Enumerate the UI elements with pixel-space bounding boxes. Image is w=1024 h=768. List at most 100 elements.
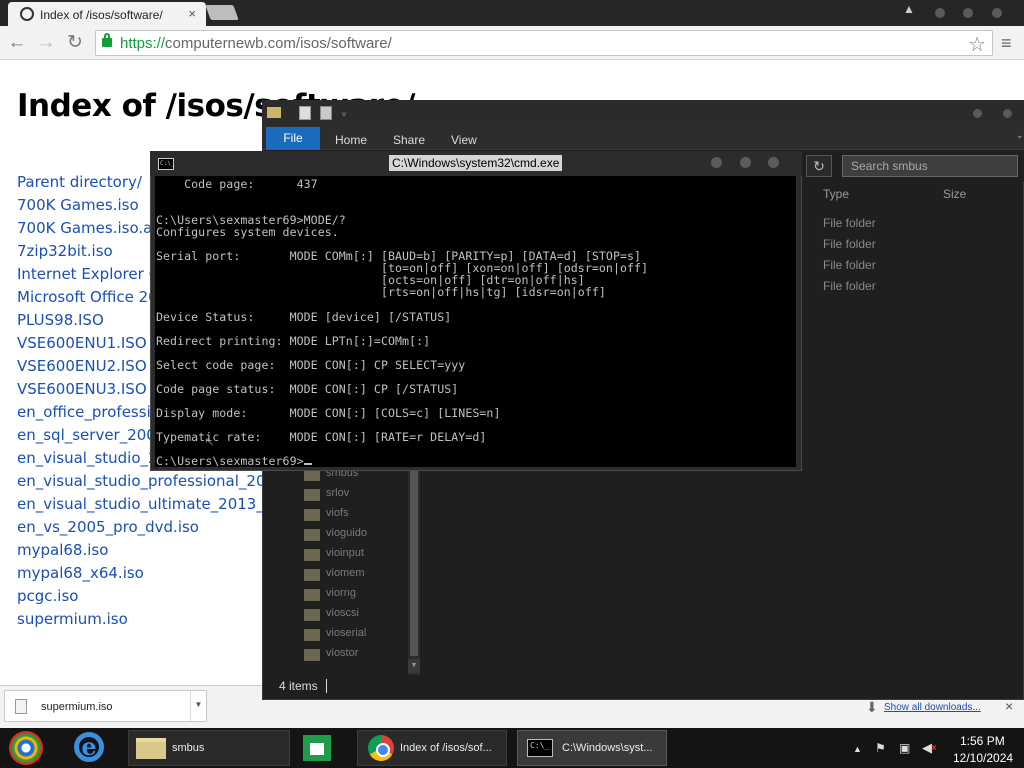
chevron-down-icon[interactable]: ▿	[342, 110, 346, 119]
chrome-icon	[368, 735, 394, 761]
nav-folder-item[interactable]: viomem	[326, 567, 365, 579]
file-link[interactable]: en_vs_2005_pro_dvd.iso	[17, 518, 199, 536]
cmd-maximize-button[interactable]	[740, 157, 751, 168]
ribbon-tab-view[interactable]: View	[451, 133, 477, 147]
column-header-size[interactable]: Size	[943, 187, 966, 201]
minimize-button[interactable]	[935, 8, 945, 18]
status-divider	[326, 679, 327, 693]
explorer-titlebar	[262, 100, 1024, 126]
folder-icon	[304, 609, 320, 621]
lock-icon	[102, 33, 112, 47]
clock-date[interactable]: 12/10/2024	[953, 751, 1013, 765]
volume-muted-icon[interactable]: ◀	[922, 740, 937, 756]
nav-folder-item[interactable]: vioinput	[326, 547, 364, 559]
folder-icon	[267, 107, 281, 118]
folder-icon	[304, 569, 320, 581]
ribbon-tab-home[interactable]: Home	[335, 133, 367, 147]
chevron-down-icon[interactable]: ▼	[190, 691, 206, 721]
cmd-icon: C:\_	[158, 158, 174, 170]
ribbon	[262, 126, 1024, 150]
file-type-cell: File folder	[823, 237, 876, 251]
folder-icon	[304, 589, 320, 601]
start-button-icon[interactable]	[9, 731, 43, 765]
refresh-icon[interactable]: ↻	[806, 155, 832, 177]
nav-folder-item[interactable]: viorng	[326, 587, 356, 599]
new-folder-icon[interactable]	[320, 106, 332, 120]
cmd-icon: C:\_	[527, 739, 553, 757]
address-bar[interactable]: https://computernewb.com/isos/software/ …	[95, 30, 993, 56]
folder-icon	[304, 489, 320, 501]
file-link[interactable]: 7zip32bit.iso	[17, 242, 113, 260]
taskbar-label: Index of /isos/sof...	[400, 742, 492, 754]
download-item[interactable]: supermium.iso ▼	[4, 690, 207, 722]
url-text[interactable]: https://computernewb.com/isos/software/	[120, 35, 392, 52]
cmd-minimize-button[interactable]	[711, 157, 722, 168]
scroll-down-icon[interactable]: ▼	[408, 659, 420, 673]
forward-arrow-icon[interactable]: →	[35, 33, 57, 53]
nav-folder-item[interactable]: viostor	[326, 647, 358, 659]
nav-folder-item[interactable]: srlov	[326, 487, 349, 499]
parent-directory-link[interactable]: Parent directory/	[17, 173, 142, 191]
ribbon-tab-file[interactable]: File	[266, 127, 320, 150]
file-link[interactable]: 700K Games.iso	[17, 196, 139, 214]
file-link[interactable]: VSE600ENU1.ISO	[17, 334, 147, 352]
file-link[interactable]: VSE600ENU2.ISO	[17, 357, 147, 375]
folder-icon	[304, 549, 320, 561]
clock-time[interactable]: 1:56 PM	[960, 734, 1005, 748]
ribbon-tab-share[interactable]: Share	[393, 133, 425, 147]
close-button[interactable]	[992, 8, 1002, 18]
folder-icon	[136, 738, 166, 759]
menu-icon[interactable]: ≡	[1001, 33, 1012, 54]
nav-folder-item[interactable]: viofs	[326, 507, 349, 519]
close-icon[interactable]: ×	[1005, 698, 1013, 714]
nav-folder-item[interactable]: vioserial	[326, 627, 366, 639]
show-all-downloads-link[interactable]: Show all downloads...	[884, 702, 981, 713]
folder-icon	[304, 509, 320, 521]
nav-folder-item[interactable]: vioscsi	[326, 607, 359, 619]
back-arrow-icon[interactable]: ←	[6, 33, 28, 53]
chevron-down-icon[interactable]: ⌄	[1016, 130, 1024, 141]
network-icon[interactable]: ▣	[899, 741, 910, 755]
tab-title: Index of /isos/software/	[40, 8, 163, 22]
cursor-caret	[303, 463, 312, 466]
properties-icon[interactable]	[299, 106, 311, 120]
taskbar-label: C:\Windows\syst...	[562, 742, 653, 754]
file-link[interactable]: pcgc.iso	[17, 587, 78, 605]
new-tab-button[interactable]	[205, 5, 239, 20]
reload-icon[interactable]: ↻	[64, 33, 86, 53]
profile-icon[interactable]: ▲	[903, 2, 915, 16]
browser-tab[interactable]: Index of /isos/software/ ×	[8, 2, 206, 26]
folder-icon	[304, 649, 320, 661]
file-icon	[15, 699, 27, 714]
maximize-button[interactable]	[963, 8, 973, 18]
star-icon[interactable]: ☆	[968, 32, 986, 57]
store-icon[interactable]	[303, 735, 331, 761]
file-type-cell: File folder	[823, 258, 876, 272]
url-scheme: https://	[120, 35, 166, 52]
cmd-console-output[interactable]: Code page: 437 C:\Users\sexmaster69>MODE…	[155, 176, 796, 467]
explorer-maximize-button[interactable]	[1003, 109, 1012, 118]
internet-explorer-icon[interactable]: e	[74, 732, 104, 762]
file-link[interactable]: VSE600ENU3.ISO	[17, 380, 147, 398]
file-link[interactable]: PLUS98.ISO	[17, 311, 104, 329]
download-icon: ⬇	[866, 699, 878, 715]
nav-folder-item[interactable]: vioguido	[326, 527, 367, 539]
mouse-pointer-icon: ↖	[204, 434, 215, 449]
file-type-cell: File folder	[823, 279, 876, 293]
cmd-scrollbar[interactable]	[796, 176, 801, 467]
folder-icon	[304, 629, 320, 641]
show-hidden-icons-icon[interactable]: ▲	[853, 744, 862, 754]
column-header-type[interactable]: Type	[823, 187, 849, 201]
search-input[interactable]: Search smbus	[842, 155, 1018, 177]
explorer-minimize-button[interactable]	[973, 109, 982, 118]
taskbar-label: smbus	[172, 742, 205, 754]
cmd-close-button[interactable]	[768, 157, 779, 168]
file-link[interactable]: supermium.iso	[17, 610, 128, 628]
flag-icon[interactable]: ⚑	[875, 741, 886, 755]
scrollbar-thumb[interactable]	[410, 470, 418, 656]
cmd-window-title: C:\Windows\system32\cmd.exe	[389, 155, 563, 171]
file-link[interactable]: mypal68.iso	[17, 541, 108, 559]
file-link[interactable]: mypal68_x64.iso	[17, 564, 144, 582]
tab-close-icon[interactable]: ×	[188, 6, 196, 21]
favicon-page-icon	[20, 7, 34, 21]
